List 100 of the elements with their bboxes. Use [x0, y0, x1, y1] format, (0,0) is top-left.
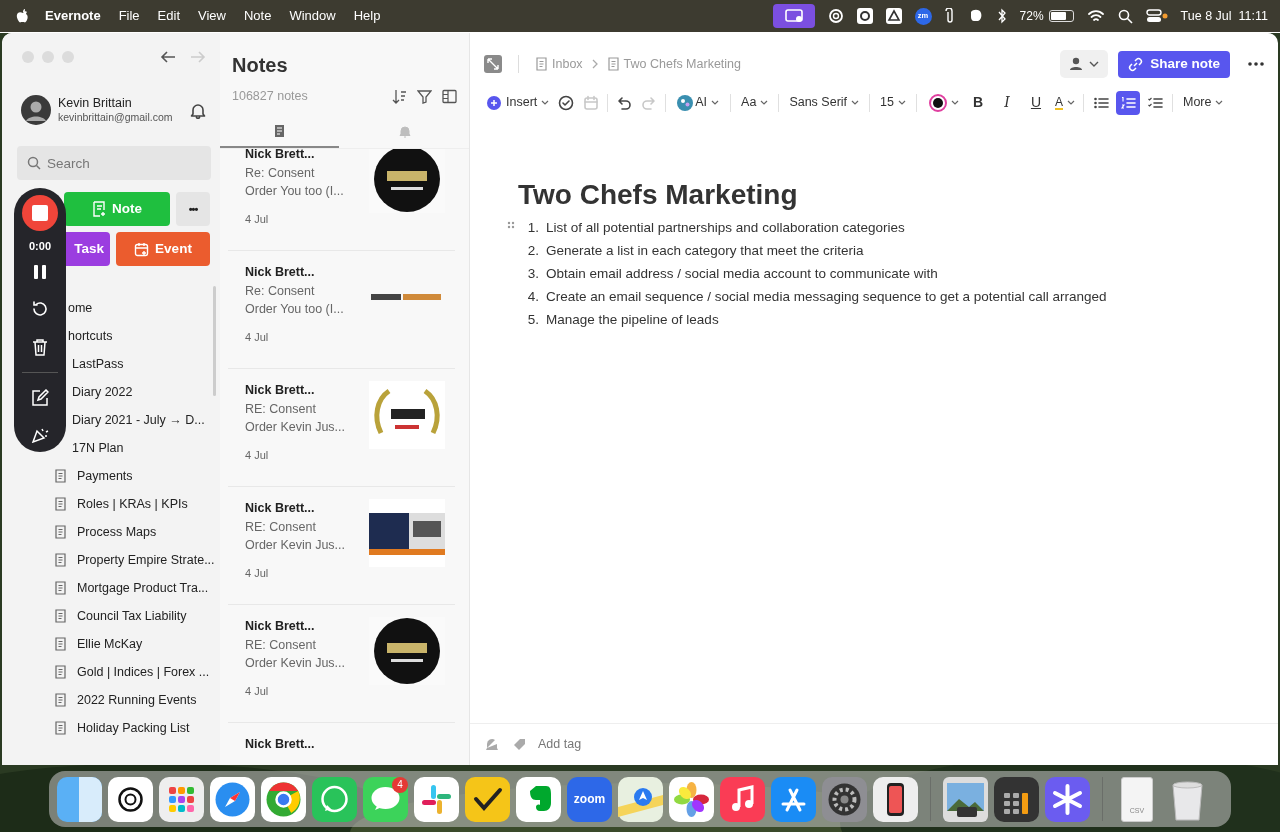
search-field[interactable]: Search: [17, 146, 211, 180]
note-card[interactable]: Nick Brett... RE: Consent Order Kevin Jus... 4 Jul: [228, 604, 455, 723]
sidebar-item[interactable]: Council Tax Liability: [54, 602, 220, 630]
highlight-button[interactable]: A: [1051, 92, 1078, 113]
insert-button[interactable]: Insert: [484, 90, 553, 115]
app-menu[interactable]: Evernote: [36, 6, 110, 26]
note-plus-icon: [92, 201, 106, 217]
recording-timer: 0:00: [29, 239, 51, 254]
numbered-list-icon[interactable]: [1115, 90, 1140, 115]
edit-icon[interactable]: [31, 388, 49, 407]
sidebar-item[interactable]: 17N Plan: [72, 434, 220, 462]
sidebar-item[interactable]: Diary 2022: [72, 378, 220, 406]
color-swatch-icon: [928, 93, 947, 112]
notebook-icon: [535, 57, 548, 71]
note-card[interactable]: Nick Brett... RE: Consent Order Kevin Jus... 4 Jul: [228, 486, 455, 605]
layout-icon[interactable]: [442, 88, 457, 104]
dock-item[interactable]: [994, 776, 1039, 822]
pause-icon[interactable]: [33, 263, 47, 280]
dropdown-button[interactable]: Aa: [738, 90, 772, 115]
sidebar-item[interactable]: Process Maps: [54, 518, 220, 546]
note-snippet-line: RE: Consent: [245, 400, 317, 418]
sidebar-item[interactable]: Diary 2021 - July → D...: [72, 406, 220, 434]
note-count: 106827 notes: [232, 88, 309, 105]
note-snippet-line: Order Kevin Jus...: [245, 536, 347, 554]
menu-item[interactable]: Window: [280, 6, 345, 26]
sidebar-item[interactable]: Property Empire Strate...: [54, 546, 220, 574]
bell-icon: [397, 123, 411, 138]
more-icon[interactable]: [1248, 61, 1264, 67]
list-item: Obtain email address / social media account to communicate with: [546, 264, 938, 283]
menu-item[interactable]: View: [189, 6, 235, 26]
dropdown-button[interactable]: Sans Serif: [786, 90, 863, 115]
control-center-icon[interactable]: [1145, 8, 1168, 24]
list-number: 2.: [527, 241, 539, 260]
restart-icon[interactable]: [31, 299, 49, 318]
bold-button[interactable]: B: [964, 89, 991, 116]
sidebar-item[interactable]: ome: [68, 294, 220, 322]
sidebar-item[interactable]: Payments: [54, 462, 220, 490]
screen-record-icon[interactable]: [772, 4, 815, 28]
note-snippet-line: Order Kevin Jus...: [245, 654, 347, 672]
note-card[interactable]: Nick Brett... RE: Consent Order Kevin Jus... 4 Jul: [228, 368, 455, 487]
italic-button[interactable]: I: [993, 89, 1020, 116]
search-icon[interactable]: [1117, 8, 1133, 24]
paperclip-icon[interactable]: [944, 8, 955, 24]
notes-heading: Notes: [231, 53, 289, 77]
sidebar-item[interactable]: Ellie McKay: [54, 630, 220, 658]
stop-button[interactable]: [22, 195, 58, 231]
note-date: 4 Jul: [245, 447, 270, 463]
sidebar-item[interactable]: hortcuts: [68, 322, 220, 350]
collaborators-button[interactable]: [1060, 50, 1109, 78]
menu-item[interactable]: Help: [344, 6, 390, 26]
calendar-plus-icon: [134, 241, 150, 257]
avatar-icon[interactable]: [21, 95, 51, 125]
dropdown-button[interactable]: More: [1179, 90, 1227, 115]
sidebar-item[interactable]: LastPass: [72, 350, 220, 378]
filter-icon[interactable]: [417, 88, 432, 104]
dock-item[interactable]: 4: [363, 776, 408, 822]
dock-item[interactable]: [873, 776, 918, 822]
note-icon: [54, 469, 67, 483]
list-item: Generate a list in each category that meet the criteria: [546, 241, 864, 260]
sidebar-item[interactable]: Roles | KRAs | KPIs: [54, 490, 220, 518]
menu-item[interactable]: Note: [234, 6, 281, 26]
note-card[interactable]: Nick Brett... Re: Consent Order You too (I... 4 Jul: [228, 148, 455, 251]
share-note-button[interactable]: Share note: [1118, 50, 1230, 78]
bluetooth-icon[interactable]: [996, 8, 1007, 24]
party-popper-icon[interactable]: [31, 426, 49, 443]
dock-item[interactable]: [822, 776, 867, 822]
underline-button[interactable]: U: [1022, 89, 1049, 116]
wifi-icon[interactable]: [1086, 9, 1105, 23]
triangle-icon[interactable]: [885, 8, 902, 24]
gear-icon[interactable]: [856, 8, 873, 24]
back-arrow-icon[interactable]: [160, 50, 176, 64]
sidebar-item[interactable]: Gold | Indices | Forex ...: [54, 658, 220, 686]
ai-button[interactable]: AI: [674, 90, 723, 115]
list-item: Create an email sequence / social media messaging sequence to get a potential call arranged: [546, 287, 1107, 306]
expand-icon[interactable]: [484, 55, 502, 73]
menu-item[interactable]: File: [109, 6, 149, 26]
battery-icon[interactable]: [1048, 10, 1074, 22]
menu-item[interactable]: Edit: [148, 6, 189, 26]
menubar-clock: 11:11: [1238, 7, 1268, 25]
gear-icon: [822, 776, 867, 822]
menubar-date: Tue 8 Jul: [1180, 7, 1232, 25]
dropdown-button[interactable]: 15: [877, 90, 909, 115]
sidebar-item[interactable]: Holiday Packing List: [54, 714, 220, 742]
note-icon: [54, 721, 67, 735]
new-task-button[interactable]: Task: [64, 232, 110, 266]
sort-icon[interactable]: [392, 88, 407, 104]
bell-icon[interactable]: [190, 101, 206, 119]
note-icon: [54, 553, 67, 567]
dock-item[interactable]: [465, 776, 510, 822]
trash-can-icon[interactable]: [32, 337, 48, 356]
sidebar-item[interactable]: 2022 Running Events: [54, 686, 220, 714]
more-button[interactable]: •••: [176, 192, 210, 226]
dock-item[interactable]: [943, 776, 988, 822]
sidebar-item[interactable]: Mortgage Product Tra...: [54, 574, 220, 602]
note-card[interactable]: Nick Brett... Re: Consent Order You too (I... 4 Jul: [228, 250, 455, 369]
note-title: Nick Brett...: [245, 263, 316, 281]
dock-item[interactable]: zoom: [567, 776, 612, 822]
note-icon: [54, 497, 67, 511]
note-icon: [54, 693, 67, 707]
photo-icon: [943, 776, 988, 822]
